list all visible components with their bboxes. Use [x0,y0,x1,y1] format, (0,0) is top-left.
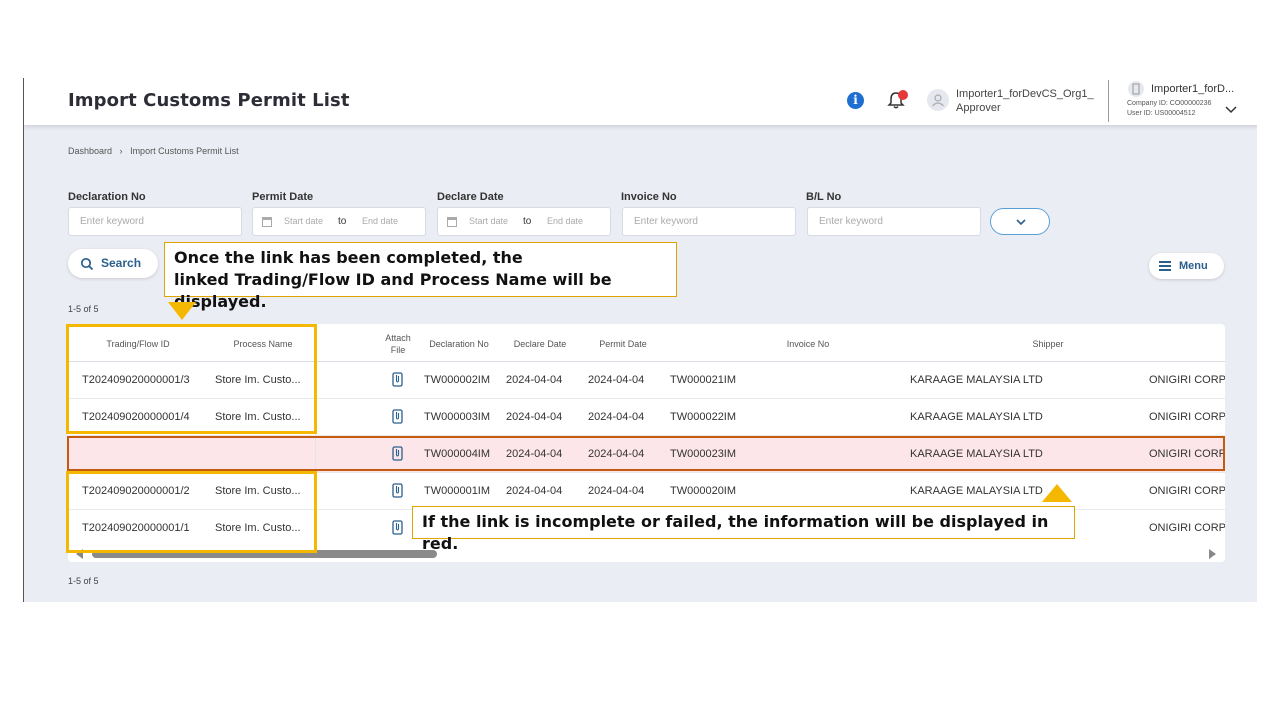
result-count-bottom: 1-5 of 5 [68,576,99,586]
cell-declare-date: 2024-04-04 [506,374,563,386]
cell-shipper: KARAAGE MALAYSIA LTD [910,485,1043,497]
search-label: Search [101,256,142,270]
cell-consignee: ONIGIRI CORPO [1149,411,1225,423]
highlight-error-row [67,436,1225,471]
declare-start-date[interactable]: Start date [469,208,508,235]
attachment-icon[interactable] [392,371,403,387]
cell-shipper: KARAAGE MALAYSIA LTD [910,411,1043,423]
scroll-right-icon[interactable] [1209,549,1216,559]
slide-canvas: Import Customs Permit List i Importer1_f… [0,0,1280,720]
cell-consignee: ONIGIRI CORPO [1149,522,1225,534]
attachment-icon[interactable] [392,519,403,535]
notification-badge [898,90,908,100]
cell-consignee: ONIGIRI CORPO [1149,485,1225,497]
cell-declare-date: 2024-04-04 [506,485,563,497]
declaration-no-input[interactable]: Enter keyword [68,207,242,236]
callout-linked-line1: Once the link has been completed, the [174,248,523,267]
hamburger-icon [1159,261,1171,271]
attachment-icon[interactable] [392,482,403,498]
top-bar: Import Customs Permit List i Importer1_f… [24,78,1257,125]
invoice-no-label: Invoice No [621,191,677,203]
search-button[interactable]: Search [68,249,158,278]
cell-invoice-no: TW000020IM [670,485,737,497]
permit-date-label: Permit Date [252,191,314,203]
result-count-top: 1-5 of 5 [68,304,99,314]
th-declaration-no[interactable]: Declaration No [424,339,494,349]
avatar[interactable] [927,89,949,111]
building-icon [1128,81,1144,97]
info-icon[interactable]: i [847,92,864,109]
breadcrumb-separator: › [119,146,123,156]
user-id: User ID: US00004512 [1127,110,1196,117]
search-icon [80,257,94,271]
account-name[interactable]: Importer1_forD... [1151,83,1234,95]
declare-end-date[interactable]: End date [547,208,583,235]
cell-permit-date: 2024-04-04 [588,485,645,497]
attachment-icon[interactable] [392,408,403,424]
company-id: Company ID: CO00000236 [1127,100,1212,107]
cell-invoice-no: TW000021IM [670,374,737,386]
cell-declare-date: 2024-04-04 [506,411,563,423]
declare-date-label: Declare Date [437,191,504,203]
cell-invoice-no: TW000022IM [670,411,737,423]
th-permit-date[interactable]: Permit Date [588,339,658,349]
permit-end-date[interactable]: End date [362,208,398,235]
cell-permit-date: 2024-04-04 [588,374,645,386]
user-icon [932,94,944,107]
declaration-no-label: Declaration No [68,191,146,203]
chevron-down-icon[interactable] [1224,102,1238,116]
cell-consignee: ONIGIRI CORPO [1149,374,1225,386]
permit-date-to: to [338,216,347,227]
callout-linked: Once the link has been completed, the li… [164,242,677,311]
callout-failed: If the link is incomplete or failed, the… [412,506,1075,553]
breadcrumb: Dashboard › Import Customs Permit List [68,146,244,156]
header-divider [1108,80,1109,122]
th-declare-date[interactable]: Declare Date [505,339,575,349]
cell-declaration-no: TW000001IM [424,485,491,497]
calendar-icon [262,217,272,227]
expand-filters-button[interactable] [990,208,1050,235]
user-role: Approver [956,102,1001,114]
breadcrumb-current: Import Customs Permit List [130,146,239,156]
menu-button[interactable]: Menu [1149,253,1224,279]
declare-date-to: to [523,216,532,227]
menu-label: Menu [1179,260,1208,272]
breadcrumb-dashboard[interactable]: Dashboard [68,146,112,156]
bl-no-input[interactable]: Enter keyword [807,207,981,236]
callout-linked-line2: linked Trading/Flow ID and Process Name … [174,270,612,311]
user-info[interactable]: Importer1_forDevCS_Org1_ Approver [956,87,1094,115]
cell-shipper: KARAAGE MALAYSIA LTD [910,374,1043,386]
highlight-linked-rows-bottom [66,471,317,553]
cell-declaration-no: TW000003IM [424,411,491,423]
calendar-icon [447,217,457,227]
declare-date-range[interactable]: Start date to End date [437,207,611,236]
th-invoice-no[interactable]: Invoice No [758,339,858,349]
cell-declaration-no: TW000002IM [424,374,491,386]
invoice-no-input[interactable]: Enter keyword [622,207,796,236]
page-title: Import Customs Permit List [68,90,350,111]
chevron-down-icon [1016,219,1026,226]
th-shipper[interactable]: Shipper [998,339,1098,349]
permit-date-range[interactable]: Start date to End date [252,207,426,236]
callout-arrow-up [1042,484,1072,502]
callout-arrow-down [168,302,196,320]
callout-failed-text: If the link is incomplete or failed, the… [422,512,1049,553]
th-attach-file[interactable]: Attach File [378,332,418,356]
highlight-linked-rows-top [66,324,317,434]
permit-start-date[interactable]: Start date [284,208,323,235]
user-name: Importer1_forDevCS_Org1_ [956,88,1094,100]
cell-permit-date: 2024-04-04 [588,411,645,423]
bl-no-label: B/L No [806,191,842,203]
